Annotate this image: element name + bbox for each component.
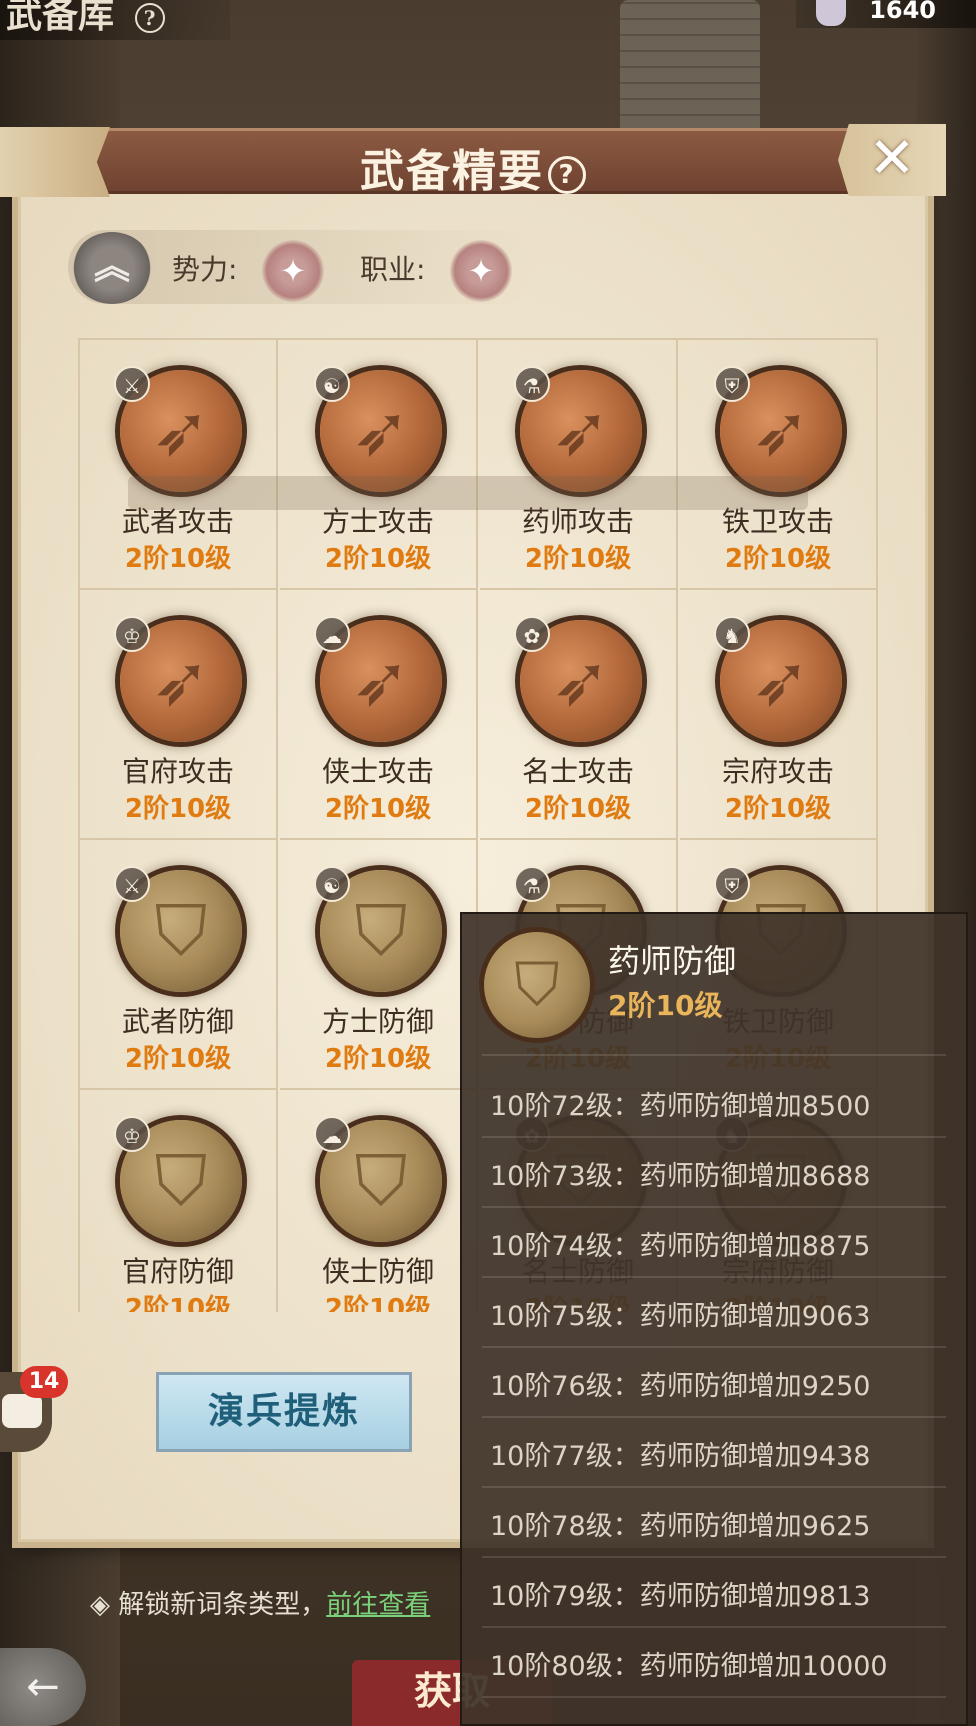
class-badge-icon: ♔ bbox=[114, 616, 150, 652]
tooltip-divider bbox=[482, 1346, 946, 1348]
currency-value: 1640 bbox=[869, 0, 936, 24]
back-arrow-icon[interactable]: ← bbox=[0, 1648, 86, 1726]
class-badge-icon: ☁ bbox=[314, 616, 350, 652]
tooltip-row: 10阶75级：药师防御增加9063 bbox=[490, 1301, 871, 1332]
faction-filter-icon[interactable]: ✦ bbox=[262, 240, 324, 302]
equipment-cell[interactable]: ➶ ⚗ 药师攻击 2阶10级 bbox=[480, 340, 678, 590]
equipment-cell[interactable]: ➶ ♞ 宗府攻击 2阶10级 bbox=[680, 590, 878, 840]
equipment-name: 宗府攻击 bbox=[721, 755, 834, 788]
detail-tooltip: ⛉ 药师防御 2阶10级 10阶72级：药师防御增加8500 10阶73级：药师防… bbox=[460, 912, 968, 1726]
tooltip-divider bbox=[482, 1556, 946, 1558]
tooltip-divider bbox=[482, 1276, 946, 1278]
equipment-name: 官府攻击 bbox=[121, 755, 234, 788]
unlock-hint-text: ◈ 解锁新词条类型， bbox=[90, 1590, 327, 1620]
equipment-level: 2阶10级 bbox=[124, 1044, 232, 1074]
screen-title-text: 武备库 bbox=[6, 0, 115, 36]
equipment-level: 2阶10级 bbox=[124, 794, 232, 824]
tooltip-divider bbox=[482, 1206, 946, 1208]
close-button[interactable]: ✕ bbox=[838, 124, 946, 196]
tooltip-row: 10阶72级：药师防御增加8500 bbox=[490, 1091, 871, 1122]
equipment-cell[interactable]: ⛉ ☁ 侠士防御 2阶10级 bbox=[280, 1090, 478, 1312]
tooltip-row: 10阶73级：药师防御增加8688 bbox=[490, 1161, 871, 1192]
panel-help-icon[interactable]: ? bbox=[548, 155, 586, 194]
equipment-name: 侠士攻击 bbox=[321, 755, 434, 788]
class-filter-icon[interactable]: ✦ bbox=[450, 240, 512, 302]
equipment-cell[interactable]: ➶ ☁ 侠士攻击 2阶10级 bbox=[280, 590, 478, 840]
tooltip-row: 10阶74级：药师防御增加8875 bbox=[490, 1231, 871, 1262]
equipment-cell[interactable]: ➶ ✿ 名士攻击 2阶10级 bbox=[480, 590, 678, 840]
equipment-cell[interactable]: ➶ ⚔ 武者攻击 2阶10级 bbox=[80, 340, 278, 590]
class-badge-icon: ⚔ bbox=[114, 866, 150, 902]
class-badge-icon: ☯ bbox=[314, 366, 350, 402]
equipment-name: 武者防御 bbox=[121, 1005, 234, 1038]
equipment-level: 2阶10级 bbox=[524, 794, 632, 824]
class-badge-icon: ☯ bbox=[314, 866, 350, 902]
overlay-strip bbox=[128, 476, 808, 510]
screen-title: 武备库 ? bbox=[0, 0, 230, 40]
tooltip-row: 10阶77级：药师防御增加9438 bbox=[490, 1441, 871, 1472]
character-avatar[interactable] bbox=[816, 0, 846, 26]
tooltip-row: 10阶78级：药师防御增加9625 bbox=[490, 1511, 871, 1542]
tooltip-row: 10阶80级：药师防御增加10000 bbox=[490, 1651, 888, 1682]
tooltip-divider bbox=[482, 1136, 946, 1138]
equipment-level: 2阶10级 bbox=[324, 544, 432, 574]
class-badge-icon: ⛨ bbox=[714, 866, 750, 902]
collapse-up-icon[interactable]: ︽ bbox=[72, 232, 152, 304]
faction-filter-label: 势力: bbox=[172, 253, 238, 286]
equipment-level: 2阶10级 bbox=[124, 544, 232, 574]
class-badge-icon: ⚗ bbox=[514, 366, 550, 402]
equipment-cell[interactable]: ⛉ ♔ 官府防御 2阶10级 bbox=[80, 1090, 278, 1312]
tooltip-row: 10阶76级：药师防御增加9250 bbox=[490, 1371, 871, 1402]
chat-count-badge: 14 bbox=[20, 1366, 68, 1398]
panel-title-banner: 武备精要? bbox=[0, 127, 946, 197]
currency-display: 1640 bbox=[796, 0, 976, 28]
tooltip-divider bbox=[482, 1416, 946, 1418]
equipment-name: 名士攻击 bbox=[521, 755, 634, 788]
panel-title: 武备精要? bbox=[0, 135, 946, 199]
class-filter-label: 职业: bbox=[360, 253, 426, 286]
equipment-level: 2阶10级 bbox=[324, 1044, 432, 1074]
class-badge-icon: ⚔ bbox=[114, 366, 150, 402]
equipment-name: 侠士防御 bbox=[321, 1255, 434, 1288]
tooltip-divider bbox=[482, 1626, 946, 1628]
equipment-level: 2阶10级 bbox=[124, 1294, 232, 1312]
class-badge-icon: ♞ bbox=[714, 616, 750, 652]
unlock-hint: ◈ 解锁新词条类型，前往查看 bbox=[90, 1584, 430, 1621]
equipment-cell[interactable]: ⛉ ☯ 方士防御 2阶10级 bbox=[280, 840, 478, 1090]
class-badge-icon: ⛨ bbox=[714, 366, 750, 402]
unlock-hint-link[interactable]: 前往查看 bbox=[326, 1590, 430, 1620]
equipment-level: 2阶10级 bbox=[724, 544, 832, 574]
tooltip-divider bbox=[482, 1696, 946, 1698]
class-badge-icon: ⚗ bbox=[514, 866, 550, 902]
equipment-cell[interactable]: ➶ ☯ 方士攻击 2阶10级 bbox=[280, 340, 478, 590]
tooltip-title: 药师防御 bbox=[608, 942, 737, 980]
equipment-name: 官府防御 bbox=[121, 1255, 234, 1288]
equipment-level: 2阶10级 bbox=[524, 544, 632, 574]
equipment-name: 方士防御 bbox=[321, 1005, 434, 1038]
tooltip-row: 10阶79级：药师防御增加9813 bbox=[490, 1581, 871, 1612]
equipment-level: 2阶10级 bbox=[324, 1294, 432, 1312]
background-furnace bbox=[620, 0, 760, 130]
tooltip-level: 2阶10级 bbox=[608, 989, 723, 1022]
class-badge-icon: ♔ bbox=[114, 1116, 150, 1152]
equipment-level: 2阶10级 bbox=[724, 794, 832, 824]
shield-icon: ⛉ bbox=[484, 932, 590, 1038]
tooltip-divider bbox=[482, 1486, 946, 1488]
refine-button[interactable]: 演兵提炼 bbox=[156, 1372, 412, 1452]
equipment-level: 2阶10级 bbox=[324, 794, 432, 824]
equipment-cell[interactable]: ⛉ ⚔ 武者防御 2阶10级 bbox=[80, 840, 278, 1090]
chat-bubble-icon bbox=[2, 1394, 42, 1428]
class-badge-icon: ☁ bbox=[314, 1116, 350, 1152]
panel-title-text: 武备精要 bbox=[360, 146, 544, 197]
screen-help-icon[interactable]: ? bbox=[134, 3, 165, 33]
class-badge-icon: ✿ bbox=[514, 616, 550, 652]
equipment-cell[interactable]: ➶ ⛨ 铁卫攻击 2阶10级 bbox=[680, 340, 878, 590]
tooltip-divider bbox=[482, 1054, 946, 1056]
equipment-cell[interactable]: ➶ ♔ 官府攻击 2阶10级 bbox=[80, 590, 278, 840]
